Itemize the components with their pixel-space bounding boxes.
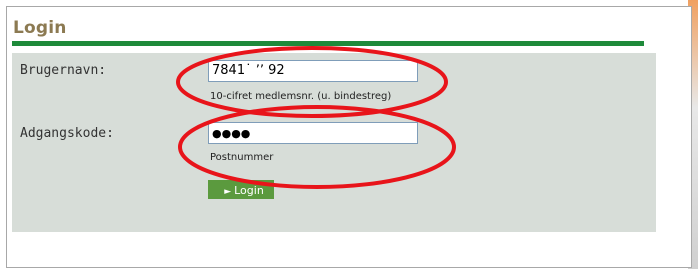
username-field[interactable]: 7841˙ ʼʼ 92 (208, 60, 418, 82)
username-hint: 10-cifret medlemsnr. (u. bindestreg) (210, 91, 392, 102)
chevron-right-icon: ► (224, 187, 232, 197)
login-button-label: Login (234, 184, 264, 197)
password-field[interactable]: ●●●● (208, 122, 418, 144)
username-label: Brugernavn: (20, 63, 107, 78)
title-divider (12, 41, 644, 46)
login-button[interactable]: ► Login (208, 180, 274, 199)
password-hint: Postnummer (210, 152, 274, 163)
login-title: Login (13, 18, 67, 38)
login-form: Brugernavn: 7841˙ ʼʼ 92 10-cifret medlem… (12, 53, 656, 232)
password-label: Adgangskode: (20, 126, 114, 141)
